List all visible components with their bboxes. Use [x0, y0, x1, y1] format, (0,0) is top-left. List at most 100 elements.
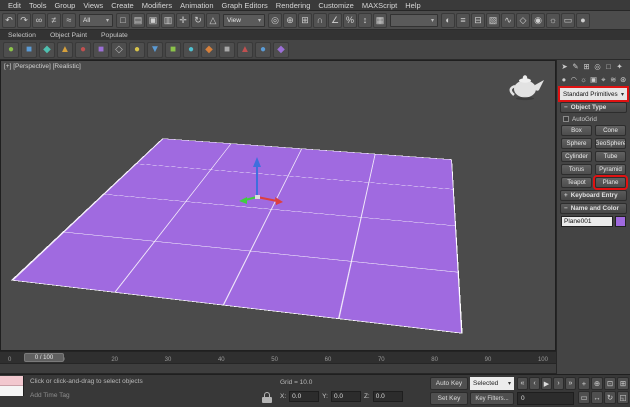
viewport-label[interactable]: [+] [Perspective] [Realistic]: [4, 63, 81, 70]
zoom-extents-icon[interactable]: ⊡: [604, 377, 616, 390]
orbit-icon[interactable]: ↻: [604, 391, 616, 404]
helpers-category-icon[interactable]: ⌖: [598, 74, 608, 85]
add-time-tag[interactable]: Add Time Tag: [30, 392, 70, 399]
ribbon-tool-icon[interactable]: ◇: [111, 41, 127, 58]
teapot-button[interactable]: Teapot: [561, 177, 592, 188]
rectangular-selection-region-icon[interactable]: ▣: [146, 12, 160, 28]
ribbon-tool-icon[interactable]: ■: [219, 41, 235, 58]
key-selection-dropdown[interactable]: Selected: [470, 377, 514, 390]
menu-item[interactable]: Graph Editors: [218, 1, 272, 10]
primitives-category-dropdown[interactable]: Standard Primitives: [560, 88, 627, 100]
material-editor-icon[interactable]: ◉: [531, 12, 545, 28]
x-coordinate-field[interactable]: 0.0: [289, 391, 320, 402]
display-tab-icon[interactable]: □: [603, 61, 614, 72]
go-to-start-icon[interactable]: «: [517, 377, 528, 390]
ribbon-tool-icon[interactable]: ●: [183, 41, 199, 58]
ribbon-tool-icon[interactable]: ■: [93, 41, 109, 58]
set-key-button[interactable]: Set Key: [430, 392, 468, 405]
select-object-icon[interactable]: □: [116, 12, 130, 28]
render-setup-icon[interactable]: ☼: [546, 12, 560, 28]
play-animation-icon[interactable]: ▶: [541, 377, 552, 390]
unlink-selection-icon[interactable]: ≠: [47, 12, 61, 28]
zoom-all-icon[interactable]: ⊕: [591, 377, 603, 390]
cameras-category-icon[interactable]: ▣: [589, 74, 599, 85]
geosphere-button[interactable]: GeoSphere: [595, 138, 626, 149]
ribbon-tool-icon[interactable]: ▲: [57, 41, 73, 58]
go-to-end-icon[interactable]: »: [565, 377, 576, 390]
select-and-rotate-icon[interactable]: ↻: [191, 12, 205, 28]
selection-lock-icon[interactable]: [262, 392, 272, 403]
ribbon-tool-icon[interactable]: ●: [3, 41, 19, 58]
graphite-ribbon-toggle-icon[interactable]: ▧: [486, 12, 500, 28]
utilities-tab-icon[interactable]: ✦: [614, 61, 625, 72]
percent-snap-icon[interactable]: %: [343, 12, 357, 28]
ribbon-tool-icon[interactable]: ▲: [237, 41, 253, 58]
box-button[interactable]: Box: [561, 125, 592, 136]
perspective-viewport[interactable]: [+] [Perspective] [Realistic]: [0, 60, 556, 351]
menu-item[interactable]: Group: [50, 1, 79, 10]
ribbon-tool-icon[interactable]: ■: [165, 41, 181, 58]
ribbon-tool-icon[interactable]: ●: [255, 41, 271, 58]
time-slider-handle[interactable]: 0 / 100: [24, 353, 64, 362]
layer-manager-icon[interactable]: ⊟: [471, 12, 485, 28]
current-frame-field[interactable]: 0: [517, 392, 574, 405]
ribbon-tab[interactable]: Selection: [8, 32, 36, 39]
motion-tab-icon[interactable]: ◎: [592, 61, 603, 72]
align-icon[interactable]: ≡: [456, 12, 470, 28]
zoom-extents-all-icon[interactable]: ⊞: [617, 377, 629, 390]
angle-snap-icon[interactable]: ∠: [328, 12, 342, 28]
ribbon-tool-icon[interactable]: ▼: [147, 41, 163, 58]
autogrid-checkbox[interactable]: [563, 116, 569, 122]
selection-filter-dropdown[interactable]: All: [79, 13, 113, 27]
key-filters-button[interactable]: Key Filters...: [470, 392, 514, 405]
listener-macro-pane[interactable]: [0, 376, 23, 386]
edit-named-selection-sets-icon[interactable]: ▦: [373, 12, 387, 28]
create-tab-icon[interactable]: ➤: [559, 61, 570, 72]
object-type-rollout-header[interactable]: − Object Type: [560, 102, 627, 113]
cone-button[interactable]: Cone: [595, 125, 626, 136]
render-production-icon[interactable]: ●: [576, 12, 590, 28]
lights-category-icon[interactable]: ☼: [579, 74, 589, 85]
transform-gizmo[interactable]: [233, 153, 285, 211]
menu-item[interactable]: MAXScript: [358, 1, 401, 10]
named-selection-sets-dropdown[interactable]: [390, 13, 438, 27]
torus-button[interactable]: Torus: [561, 164, 592, 175]
maxscript-mini-listener[interactable]: [0, 376, 24, 396]
menu-item[interactable]: Create: [107, 1, 138, 10]
space-warps-category-icon[interactable]: ≋: [608, 74, 618, 85]
ribbon-tab[interactable]: Object Paint: [50, 32, 87, 39]
tube-button[interactable]: Tube: [595, 151, 626, 162]
next-frame-icon[interactable]: ›: [553, 377, 564, 390]
undo-icon[interactable]: ↶: [2, 12, 16, 28]
object-name-field[interactable]: Plane001: [561, 216, 613, 227]
curve-editor-icon[interactable]: ∿: [501, 12, 515, 28]
y-coordinate-field[interactable]: 0.0: [330, 391, 361, 402]
menu-item[interactable]: Tools: [25, 1, 51, 10]
pyramid-button[interactable]: Pyramid: [595, 164, 626, 175]
systems-category-icon[interactable]: ⊛: [618, 74, 628, 85]
name-and-color-rollout-header[interactable]: − Name and Color: [560, 203, 627, 214]
listener-script-pane[interactable]: [0, 386, 23, 396]
plane-button[interactable]: Plane: [595, 177, 626, 188]
redo-icon[interactable]: ↷: [17, 12, 31, 28]
keyboard-entry-rollout-header[interactable]: + Keyboard Entry: [560, 190, 627, 201]
z-coordinate-field[interactable]: 0.0: [372, 391, 403, 402]
use-pivot-center-icon[interactable]: ◎: [268, 12, 282, 28]
snaps-toggle-icon[interactable]: ∩: [313, 12, 327, 28]
schematic-view-icon[interactable]: ◇: [516, 12, 530, 28]
track-bar[interactable]: [0, 363, 556, 374]
ribbon-tool-icon[interactable]: ◆: [273, 41, 289, 58]
object-color-swatch[interactable]: [615, 216, 626, 227]
mirror-icon[interactable]: ◐: [441, 12, 455, 28]
ribbon-tool-icon[interactable]: ■: [21, 41, 37, 58]
hierarchy-tab-icon[interactable]: ⊞: [581, 61, 592, 72]
timeline[interactable]: 0 / 100 0102030405060708090100: [0, 351, 556, 363]
select-and-link-icon[interactable]: ∞: [32, 12, 46, 28]
select-and-scale-icon[interactable]: △: [206, 12, 220, 28]
menu-item[interactable]: Animation: [176, 1, 217, 10]
select-and-move-icon[interactable]: ✛: [176, 12, 190, 28]
previous-frame-icon[interactable]: ‹: [529, 377, 540, 390]
bind-to-space-warp-icon[interactable]: ≈: [62, 12, 76, 28]
menu-item[interactable]: Views: [79, 1, 107, 10]
menu-item[interactable]: Edit: [4, 1, 25, 10]
